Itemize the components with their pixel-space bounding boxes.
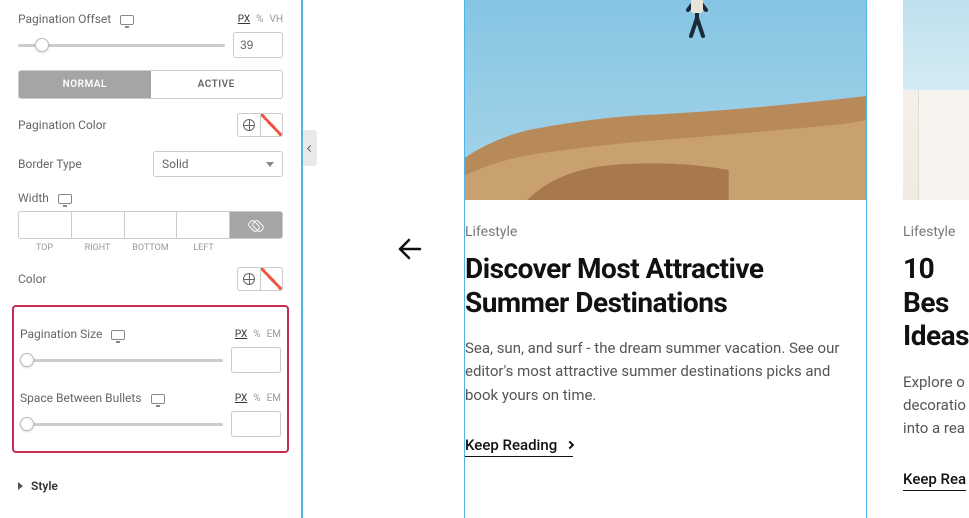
pagination-size-slider[interactable]: [20, 359, 223, 362]
keep-reading-link[interactable]: Keep Reading: [465, 436, 573, 457]
style-section-toggle[interactable]: Style: [0, 465, 301, 507]
globe-icon: [243, 273, 255, 285]
space-between-input[interactable]: [231, 411, 281, 437]
responsive-icon[interactable]: [151, 394, 165, 404]
pagination-color-picker[interactable]: [237, 113, 283, 137]
space-between-slider[interactable]: [20, 423, 223, 426]
card-description: Sea, sun, and surf - the dream summer va…: [465, 337, 866, 407]
card-image: [903, 0, 969, 200]
state-tabs: NORMAL ACTIVE: [18, 70, 283, 99]
width-sublabels: TOP RIGHT BOTTOM LEFT: [18, 243, 283, 253]
pagination-offset-units[interactable]: PX % VH: [238, 14, 283, 25]
width-inputs[interactable]: [18, 211, 283, 239]
border-color-picker[interactable]: [237, 267, 283, 291]
card-category[interactable]: Lifestyle: [465, 224, 866, 240]
sidebar: Pagination Offset PX % VH NORMAL ACTIVE …: [0, 0, 303, 518]
pagination-color-label: Pagination Color: [18, 118, 107, 132]
caret-right-icon: [18, 482, 23, 490]
link-values-button[interactable]: [229, 212, 282, 238]
responsive-icon[interactable]: [58, 194, 72, 204]
tab-active[interactable]: ACTIVE: [151, 71, 283, 98]
color-label: Color: [18, 272, 46, 286]
chevron-left-icon: [306, 144, 313, 151]
collapse-sidebar-button[interactable]: [303, 130, 317, 166]
responsive-icon[interactable]: [111, 330, 125, 340]
pagination-offset-input[interactable]: [233, 32, 283, 58]
tab-normal[interactable]: NORMAL: [19, 71, 151, 98]
highlighted-controls: Pagination Size PX % EM Space Between Bu…: [12, 305, 289, 453]
post-card: Lifestyle 10 Bes Ideas Explore o decorat…: [903, 0, 969, 518]
keep-reading-link[interactable]: Keep Rea: [903, 470, 966, 491]
card-image: [465, 0, 866, 200]
card-title[interactable]: Discover Most Attractive Summer Destinat…: [465, 252, 866, 319]
card-description: Explore o decoratio into a rea: [903, 371, 969, 441]
chevron-right-icon: [566, 441, 574, 449]
space-between-units[interactable]: PX % EM: [235, 393, 281, 404]
border-type-label: Border Type: [18, 157, 82, 171]
link-icon: [250, 219, 262, 231]
no-color-icon: [261, 114, 282, 136]
chevron-down-icon: [266, 162, 274, 167]
width-label: Width: [18, 191, 72, 205]
card-category[interactable]: Lifestyle: [903, 224, 969, 240]
no-color-icon: [261, 268, 282, 290]
border-type-select[interactable]: Solid: [153, 151, 283, 177]
preview-area: Lifestyle Discover Most Attractive Summe…: [376, 0, 969, 518]
globe-icon: [243, 119, 255, 131]
post-card: Lifestyle Discover Most Attractive Summe…: [464, 0, 867, 518]
pagination-size-label: Pagination Size: [20, 327, 125, 341]
responsive-icon[interactable]: [120, 15, 134, 25]
pagination-offset-label: Pagination Offset: [18, 12, 134, 26]
pagination-size-units[interactable]: PX % EM: [235, 329, 281, 340]
pagination-size-input[interactable]: [231, 347, 281, 373]
card-title[interactable]: 10 Bes Ideas: [903, 252, 969, 353]
space-between-label: Space Between Bullets: [20, 391, 165, 405]
pagination-offset-slider[interactable]: [18, 44, 225, 47]
